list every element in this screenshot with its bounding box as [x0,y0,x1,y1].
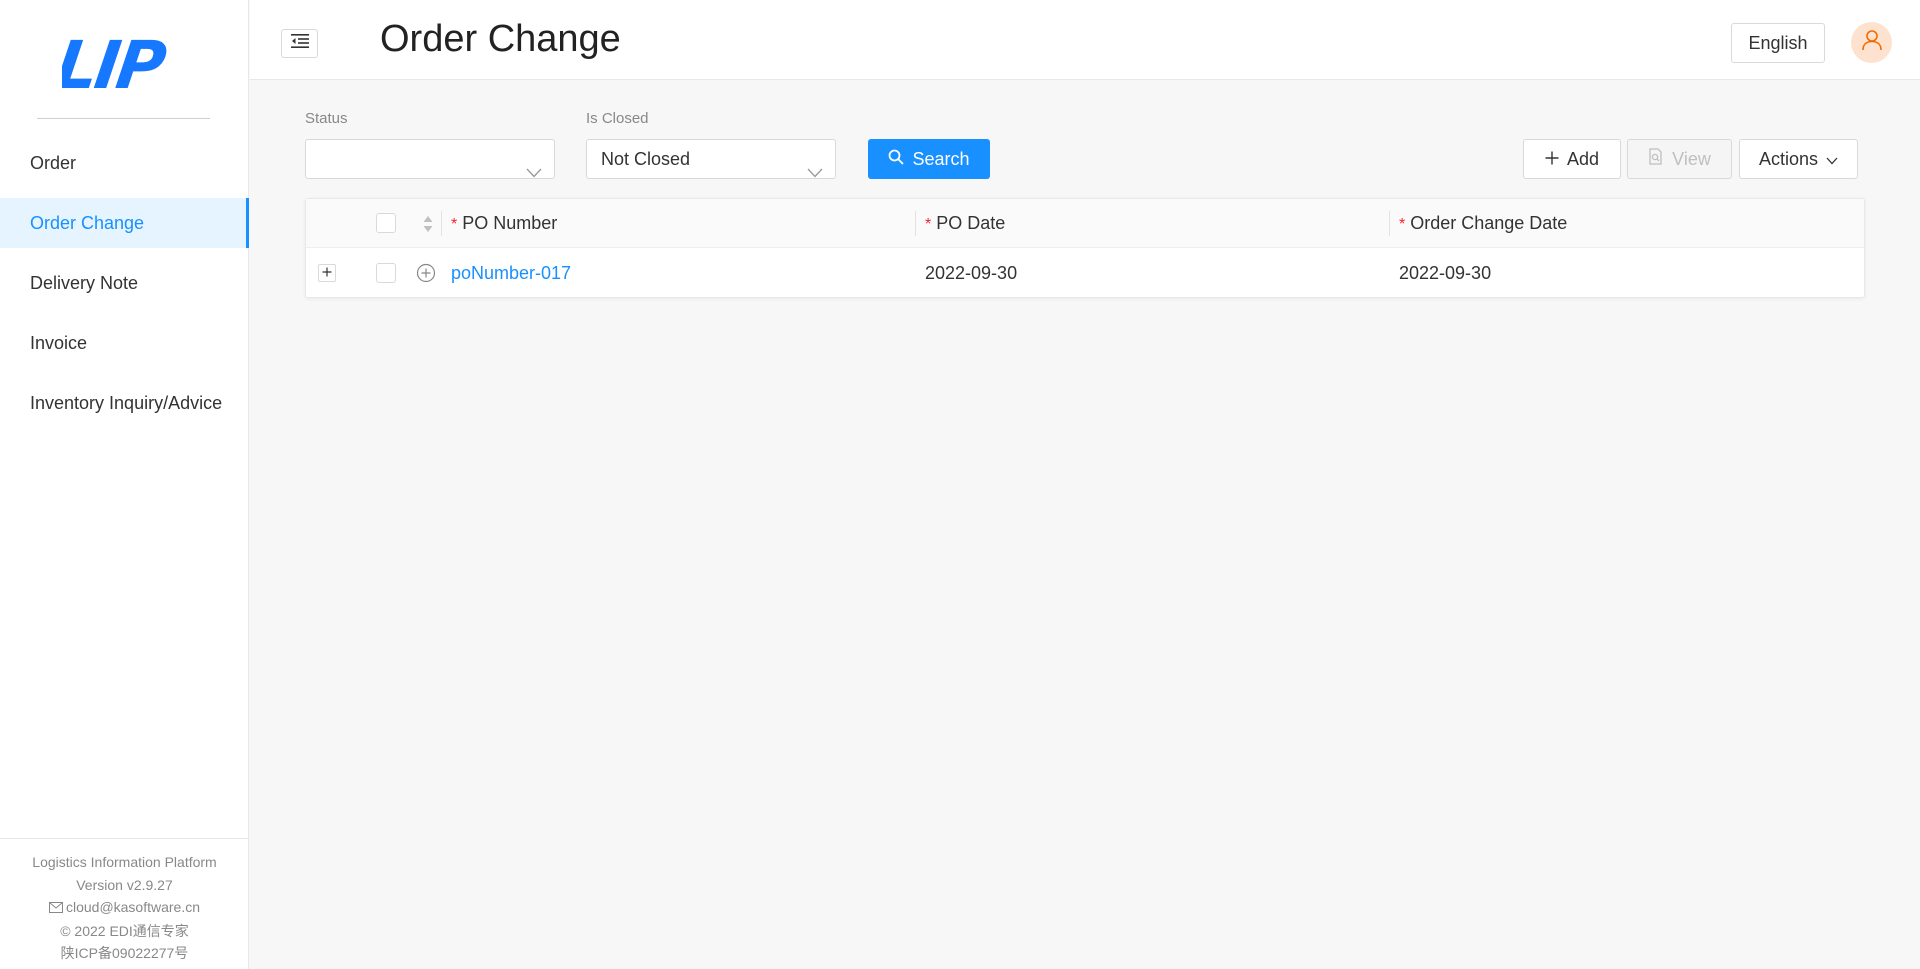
column-header-po-date-label: PO Date [936,213,1006,233]
add-button-label: Add [1566,148,1600,169]
version-text: Version v2.9.27 [76,876,173,893]
select-all-checkbox[interactable] [376,213,396,233]
top-header: Order Change English [250,0,1920,80]
status-filter-label: Status [305,110,348,127]
row-checkbox[interactable] [376,263,396,283]
order-change-date-cell: 2022-09-30 [1399,263,1492,283]
copyright-text: © 2022 EDI通信专家 [60,922,189,939]
is-closed-select[interactable]: Not Closed [586,139,836,179]
sidebar-item-invoice[interactable]: Invoice [0,318,249,368]
collapse-menu-button[interactable] [281,29,318,58]
sidebar-item-order[interactable]: Order [0,138,249,188]
po-number-link[interactable]: poNumber-017 [451,248,571,298]
column-separator [915,211,916,236]
column-header-po-number-label: PO Number [462,213,558,233]
language-button[interactable]: English [1731,23,1825,63]
column-header-po-number[interactable]: * PO Number [451,199,557,248]
required-marker: * [451,216,458,233]
required-marker: * [1399,216,1406,233]
search-button-label: Search [912,148,970,169]
order-change-table: * PO Number * PO Date * Order Change Date p… [305,198,1865,298]
column-header-order-change-date-label: Order Change Date [1410,213,1568,233]
logo-text: LIP [62,26,170,98]
platform-name: Logistics Information Platform [32,854,217,870]
mail-icon [48,897,63,920]
sidebar-nav: Order Order Change Delivery Note Invoice… [0,138,249,438]
is-closed-filter-label: Is Closed [586,110,649,127]
column-separator [1389,211,1390,236]
status-select[interactable] [305,139,555,179]
menu-fold-icon [290,34,309,53]
sidebar-item-order-change[interactable]: Order Change [0,198,249,248]
search-icon [888,149,905,170]
chevron-down-icon [807,153,823,191]
page-title: Order Change [380,18,621,60]
required-marker: * [925,216,932,233]
sidebar: LIP Order Order Change Delivery Note Inv… [0,0,249,969]
plus-icon [1545,149,1559,170]
view-button-label: View [1672,148,1711,169]
sidebar-footer: Logistics Information Platform Version v… [0,838,249,969]
contact-email[interactable]: cloud@kasoftware.cn [66,899,200,915]
po-date-cell: 2022-09-30 [925,263,1018,283]
chevron-down-icon [1826,149,1838,170]
sidebar-item-delivery-note[interactable]: Delivery Note [0,258,249,308]
column-separator [441,211,442,236]
logo-divider [37,118,210,119]
logo[interactable]: LIP [51,26,186,104]
add-button[interactable]: Add [1523,139,1621,179]
column-header-order-change-date[interactable]: * Order Change Date [1399,199,1567,248]
sidebar-item-inventory-inquiry[interactable]: Inventory Inquiry/Advice [0,378,249,428]
sort-icon[interactable] [422,214,434,239]
expand-row-button[interactable] [318,264,336,282]
column-header-po-date[interactable]: * PO Date [925,199,1005,248]
contact-email-row: cloud@kasoftware.cn [0,896,249,920]
actions-dropdown-label: Actions [1758,148,1819,169]
plus-icon [322,264,332,282]
view-button[interactable]: View [1627,139,1732,179]
plus-circle-icon[interactable] [416,263,436,288]
table-row[interactable]: poNumber-017 2022-09-30 2022-09-30 [306,248,1864,298]
avatar[interactable] [1851,22,1892,63]
user-icon [1861,29,1883,56]
icp-license[interactable]: 陕ICP备09022277号 [0,942,249,965]
file-search-icon [1648,148,1664,170]
search-button[interactable]: Search [868,139,990,179]
actions-dropdown[interactable]: Actions [1739,139,1858,179]
chevron-down-icon [526,153,542,191]
is-closed-select-value: Not Closed [601,149,691,169]
table-header: * PO Number * PO Date * Order Change Date [306,199,1864,248]
